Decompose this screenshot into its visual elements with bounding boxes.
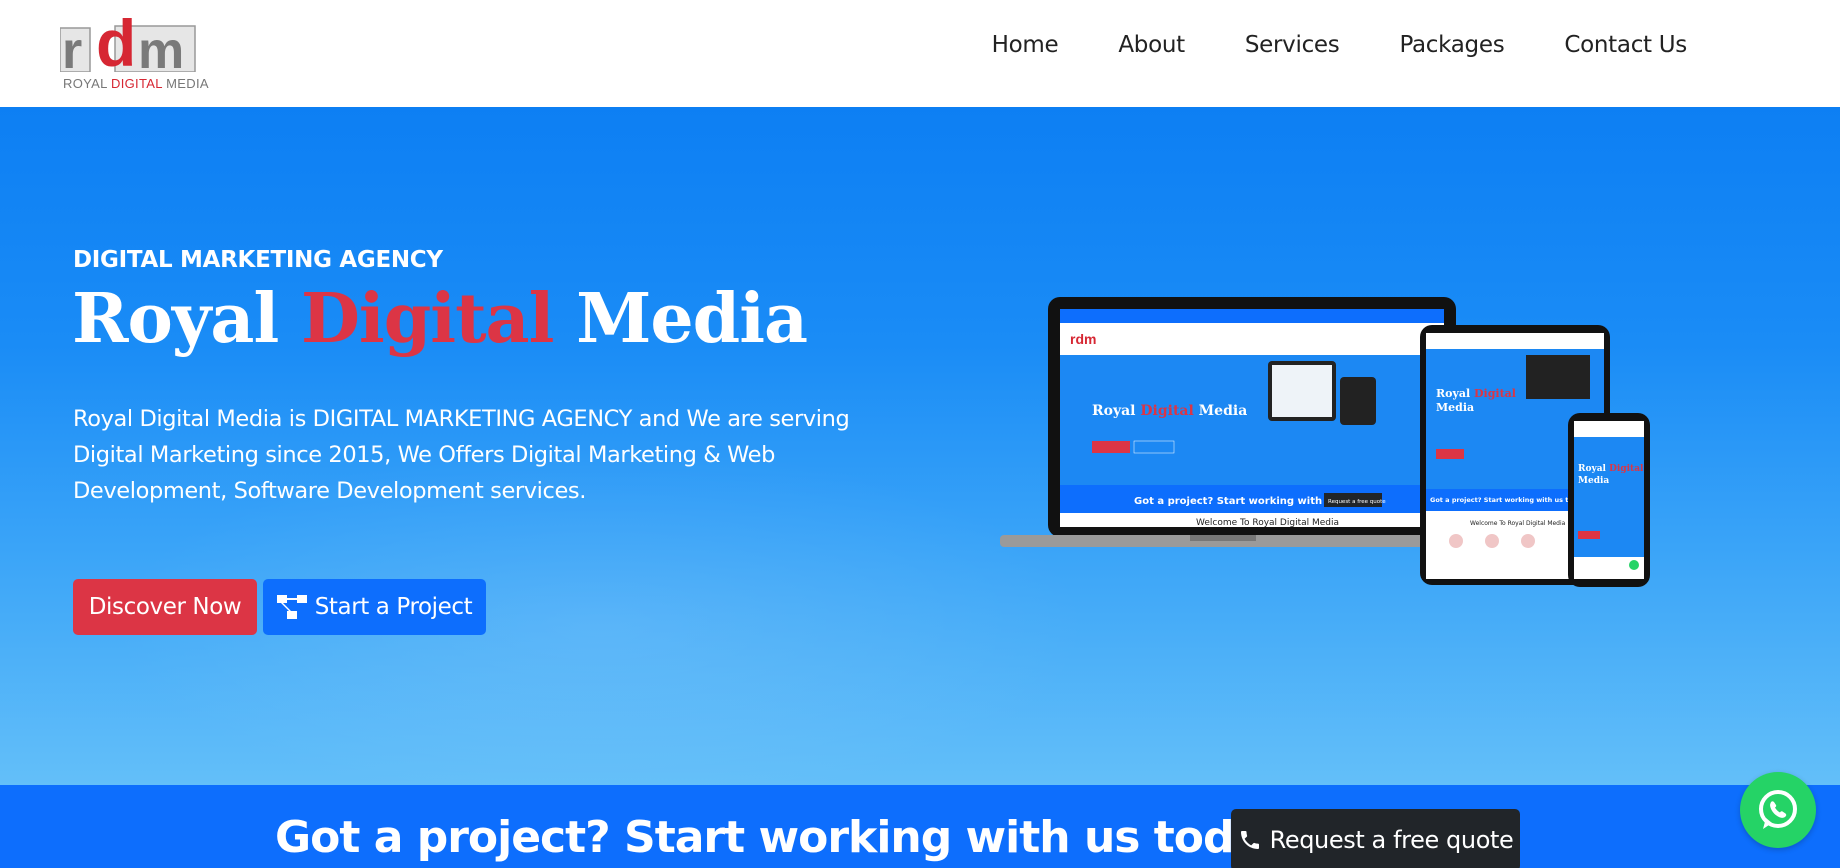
start-project-button[interactable]: Start a Project [263,579,486,635]
site-header: r d m ROYAL DIGITAL MEDIA Home About Ser… [0,0,1840,107]
project-diagram-icon [276,595,307,619]
logo-text-digital: DIGITAL [111,76,163,91]
hero-title-media: Media [553,279,808,359]
laptop-cta-btn: Request a free quote [1328,499,1386,505]
svg-text:d: d [96,6,136,72]
whatsapp-button[interactable] [1740,772,1816,848]
svg-text:Royal Digital Media: Royal Digital Media [1092,403,1247,419]
request-quote-label: Request a free quote [1269,826,1514,854]
hero-section: DIGITAL MARKETING AGENCY Royal Digital M… [0,107,1840,785]
nav-home[interactable]: Home [992,32,1059,58]
tablet-welcome: Welcome To Royal Digital Media [1470,520,1566,527]
svg-text:Media: Media [1578,476,1609,486]
tablet-cta-text: Got a project? Start working with us tod… [1430,496,1587,504]
discover-now-label: Discover Now [88,594,242,620]
cta-bar: Got a project? Start working with us tod… [0,785,1840,868]
phone-mockup: Royal Digital Media [1568,413,1650,587]
hero-title: Royal Digital Media [72,279,808,359]
laptop-title-digital: Digital [1140,403,1193,419]
logo-text-media: MEDIA [162,76,209,91]
cta-text: Got a project? Start working with us tod… [275,812,1309,863]
main-nav: Home About Services Packages Contact Us [932,32,1688,58]
phone-icon [1240,831,1259,849]
svg-text:rdm: rdm [1070,331,1096,347]
laptop-mockup: rdm Royal Digital Media Got a project? S… [1000,297,1470,547]
device-mockup-image: rdm Royal Digital Media Got a project? S… [1000,297,1650,587]
hero-title-royal: Royal [72,279,301,359]
logo-text: ROYAL DIGITAL MEDIA [63,76,209,91]
laptop-title-media: Media [1194,403,1247,419]
svg-text:Media: Media [1436,401,1474,414]
laptop-welcome: Welcome To Royal Digital Media [1196,518,1339,528]
svg-text:Royal Digital: Royal Digital [1436,387,1516,400]
svg-text:Royal Digital: Royal Digital [1578,464,1644,474]
nav-contact-us[interactable]: Contact Us [1564,32,1687,58]
whatsapp-icon [1759,790,1797,829]
request-quote-button[interactable]: Request a free quote [1231,809,1520,868]
logo-mark: r d m [60,6,196,72]
discover-now-button[interactable]: Discover Now [73,579,257,635]
hero-description: Royal Digital Media is DIGITAL MARKETING… [73,406,850,504]
hero-kicker: DIGITAL MARKETING AGENCY [73,247,443,273]
nav-services[interactable]: Services [1245,32,1340,58]
laptop-title-royal: Royal [1092,403,1140,419]
nav-packages[interactable]: Packages [1399,32,1504,58]
svg-text:m: m [138,22,184,72]
start-project-label: Start a Project [314,594,473,620]
logo[interactable]: r d m ROYAL DIGITAL MEDIA [60,6,209,92]
nav-about[interactable]: About [1118,32,1185,58]
svg-text:r: r [62,22,82,72]
hero-title-digital: Digital [300,279,554,359]
logo-text-royal: ROYAL [63,76,112,91]
